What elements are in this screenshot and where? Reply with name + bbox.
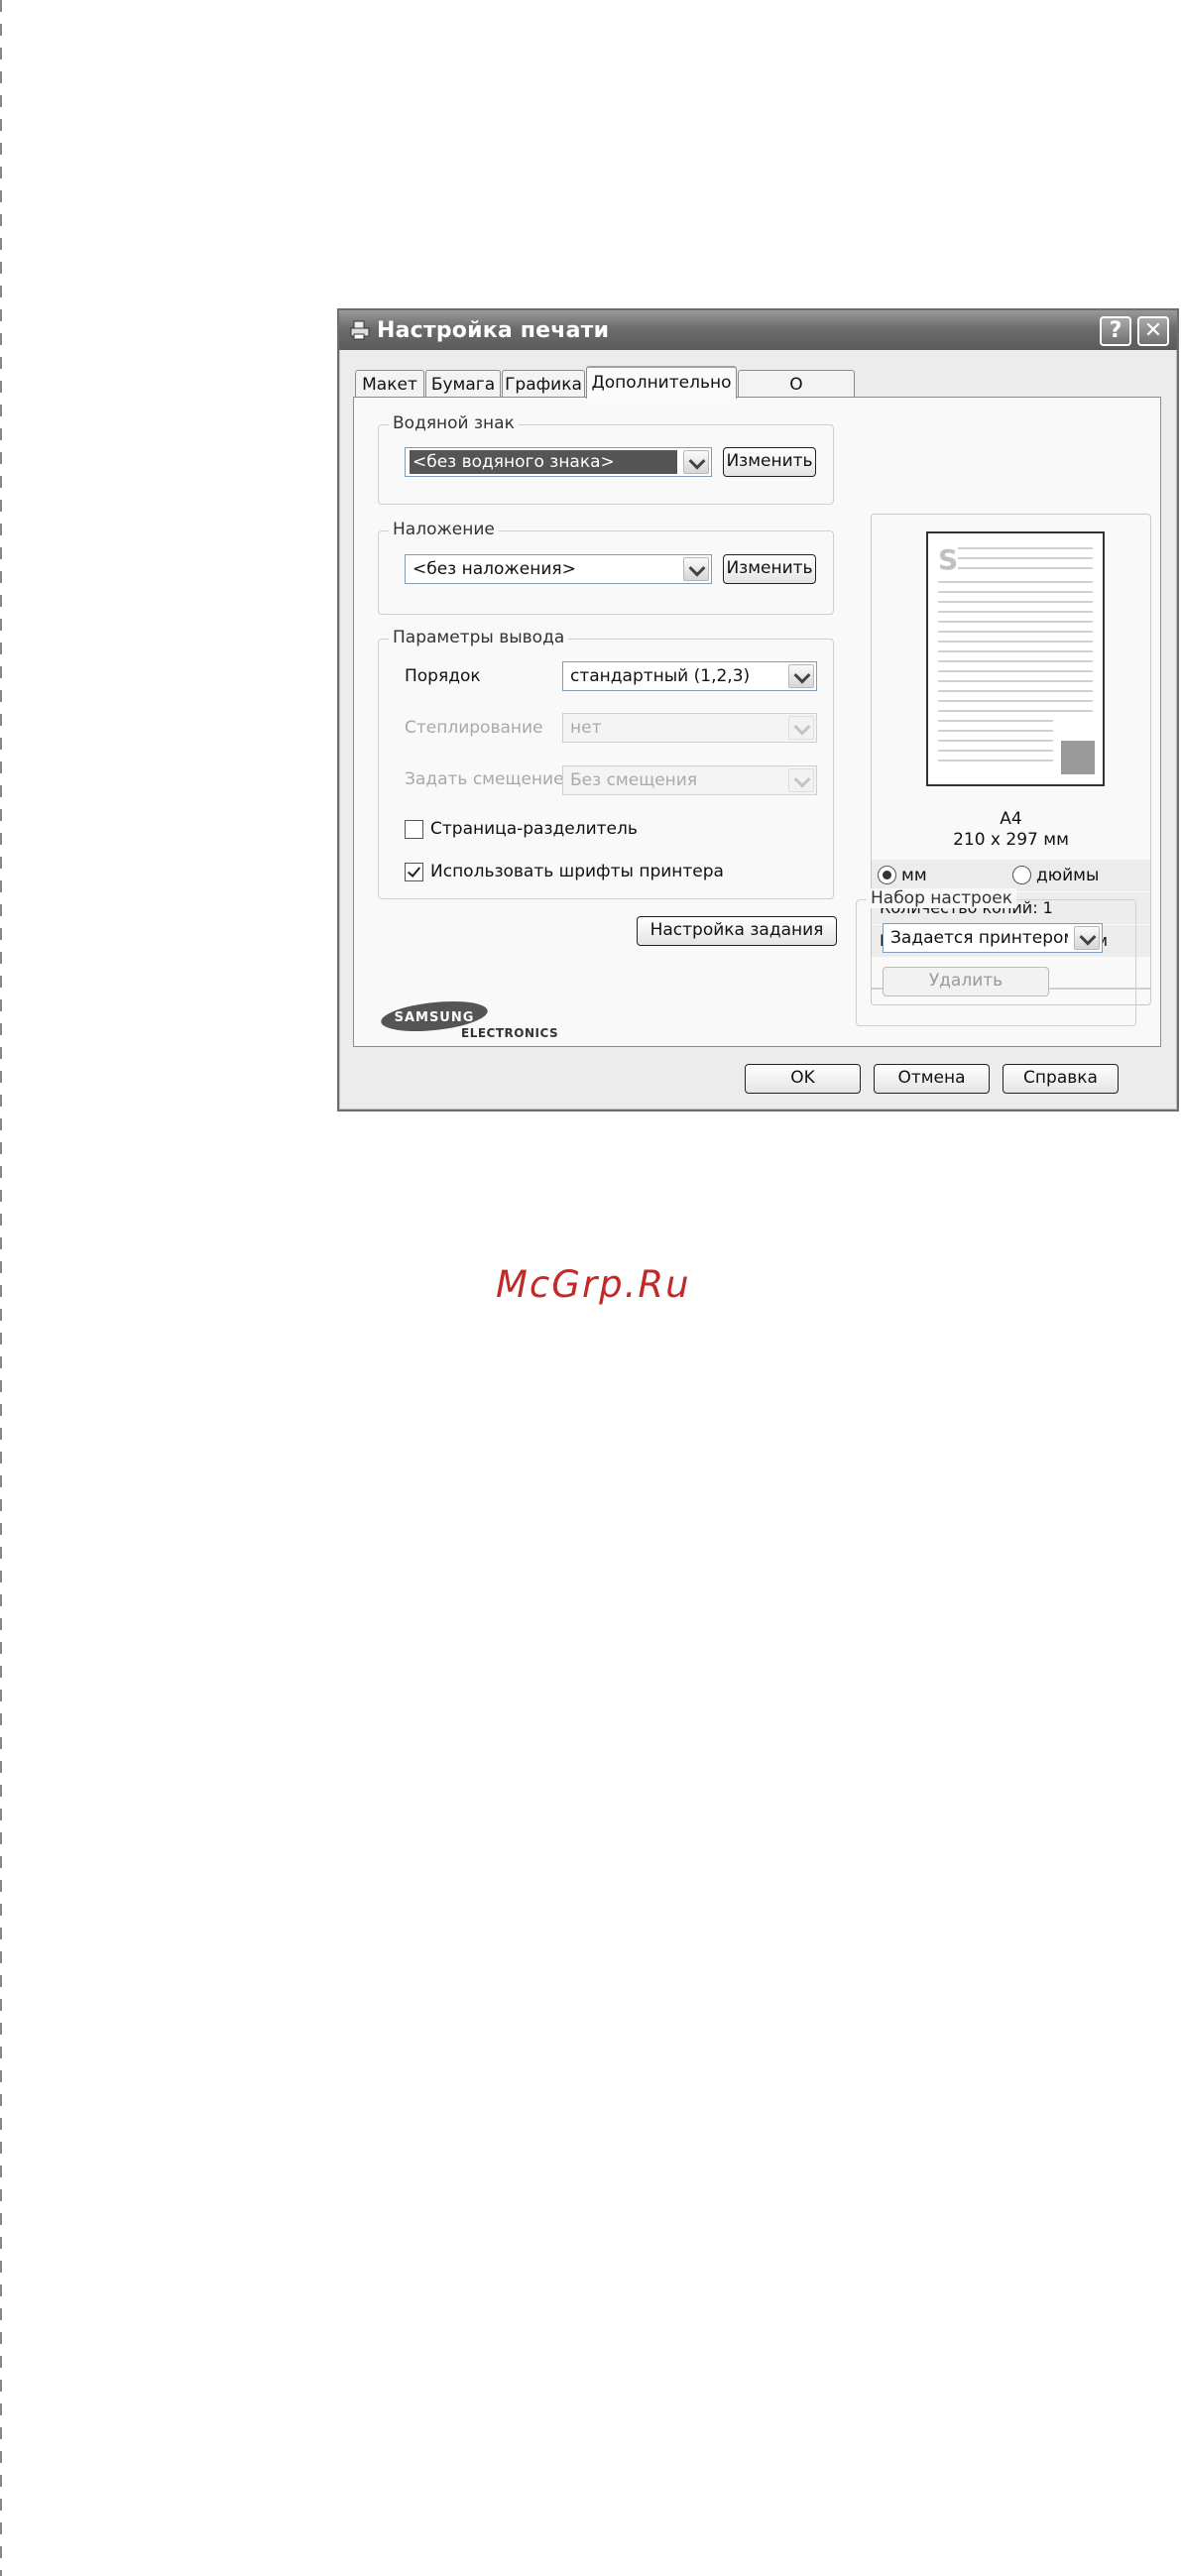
overlay-group-label: Наложение — [389, 520, 499, 539]
stapling-select-value: нет — [570, 718, 602, 738]
tab-layout[interactable]: Макет — [355, 370, 424, 398]
overlay-group: Наложение <без наложения> Изменить — [378, 520, 834, 615]
samsung-electronics-text: ELECTRONICS — [461, 1026, 559, 1040]
samsung-logo: SAMSUNG ELECTRONICS — [380, 996, 558, 1046]
unit-inch-radio[interactable] — [1012, 866, 1031, 884]
help-button[interactable]: Справка — [1003, 1064, 1119, 1094]
favorites-group: Набор настроек Задается принтером Удалит… — [856, 888, 1136, 1026]
job-settings-button[interactable]: Настройка задания — [637, 916, 837, 946]
unit-mm-label[interactable]: мм — [901, 860, 927, 891]
watermark-group-label: Водяной знак — [389, 413, 519, 433]
svg-text:SAMSUNG: SAMSUNG — [395, 1010, 475, 1025]
offset-select-value: Без смещения — [570, 770, 698, 790]
site-watermark: McGrp.Ru — [496, 1263, 691, 1306]
separator-page-checkbox[interactable] — [405, 820, 423, 839]
output-group-label: Параметры вывода — [389, 628, 569, 647]
stapling-select: нет — [562, 713, 817, 743]
paper-size: 210 x 297 мм — [953, 830, 1069, 850]
watermark-group: Водяной знак <без водяного знака> Измени… — [378, 413, 834, 505]
offset-label: Задать смещение — [405, 769, 564, 789]
favorites-group-label: Набор настроек — [867, 888, 1016, 908]
page-margin-dashes — [0, 0, 2, 2576]
printer-fonts-label[interactable]: Использовать шрифты принтера — [430, 862, 724, 881]
overlay-square — [1061, 741, 1095, 774]
overlay-select-value: <без наложения> — [413, 559, 576, 579]
separator-page-label[interactable]: Страница-разделитель — [430, 819, 638, 839]
ok-button[interactable]: OK — [745, 1064, 861, 1094]
chevron-down-icon[interactable] — [788, 664, 814, 688]
tab-graphics[interactable]: Графика — [502, 370, 585, 398]
paper-name: A4 — [1000, 809, 1022, 829]
chevron-down-icon[interactable] — [1074, 926, 1100, 950]
stapling-label: Степлирование — [405, 718, 543, 738]
paper-preview: S — [926, 531, 1105, 786]
unit-inch-label[interactable]: дюймы — [1036, 860, 1099, 891]
watermark-edit-button[interactable]: Изменить — [723, 447, 816, 477]
offset-select: Без смещения — [562, 765, 817, 795]
order-select[interactable]: стандартный (1,2,3) — [562, 661, 817, 691]
watermark-select-value: <без водяного знака> — [410, 450, 677, 474]
chevron-down-icon — [788, 768, 814, 792]
close-button[interactable]: ✕ — [1137, 316, 1169, 346]
unit-mm-radio[interactable] — [878, 866, 896, 884]
watermark-s-icon: S — [938, 543, 959, 576]
favorites-delete-button: Удалить — [883, 967, 1049, 996]
help-title-button[interactable]: ? — [1100, 316, 1131, 346]
tab-advanced[interactable]: Дополнительно — [586, 366, 737, 399]
favorites-select-value: Задается принтером — [890, 928, 1068, 948]
printer-fonts-checkbox[interactable] — [405, 863, 423, 881]
print-settings-dialog: Настройка печати ? ✕ Макет Бумага График… — [337, 308, 1179, 1112]
cancel-button[interactable]: Отмена — [874, 1064, 990, 1094]
dialog-title: Настройка печати — [377, 318, 610, 343]
favorites-select[interactable]: Задается принтером — [883, 923, 1103, 953]
order-label: Порядок — [405, 666, 481, 686]
chevron-down-icon — [788, 716, 814, 740]
tab-paper[interactable]: Бумага — [425, 370, 501, 398]
overlay-edit-button[interactable]: Изменить — [723, 554, 816, 584]
order-select-value: стандартный (1,2,3) — [570, 666, 751, 686]
chevron-down-icon[interactable] — [683, 450, 709, 474]
overlay-select[interactable]: <без наложения> — [405, 554, 712, 584]
chevron-down-icon[interactable] — [683, 557, 709, 581]
output-options-group: Параметры вывода Порядок стандартный (1,… — [378, 628, 834, 899]
printer-icon — [350, 320, 370, 340]
units-row: мм дюймы — [872, 860, 1150, 891]
title-bar[interactable]: Настройка печати ? ✕ — [339, 310, 1177, 350]
tab-about[interactable]: О программе — [738, 370, 855, 422]
watermark-select[interactable]: <без водяного знака> — [405, 447, 712, 477]
